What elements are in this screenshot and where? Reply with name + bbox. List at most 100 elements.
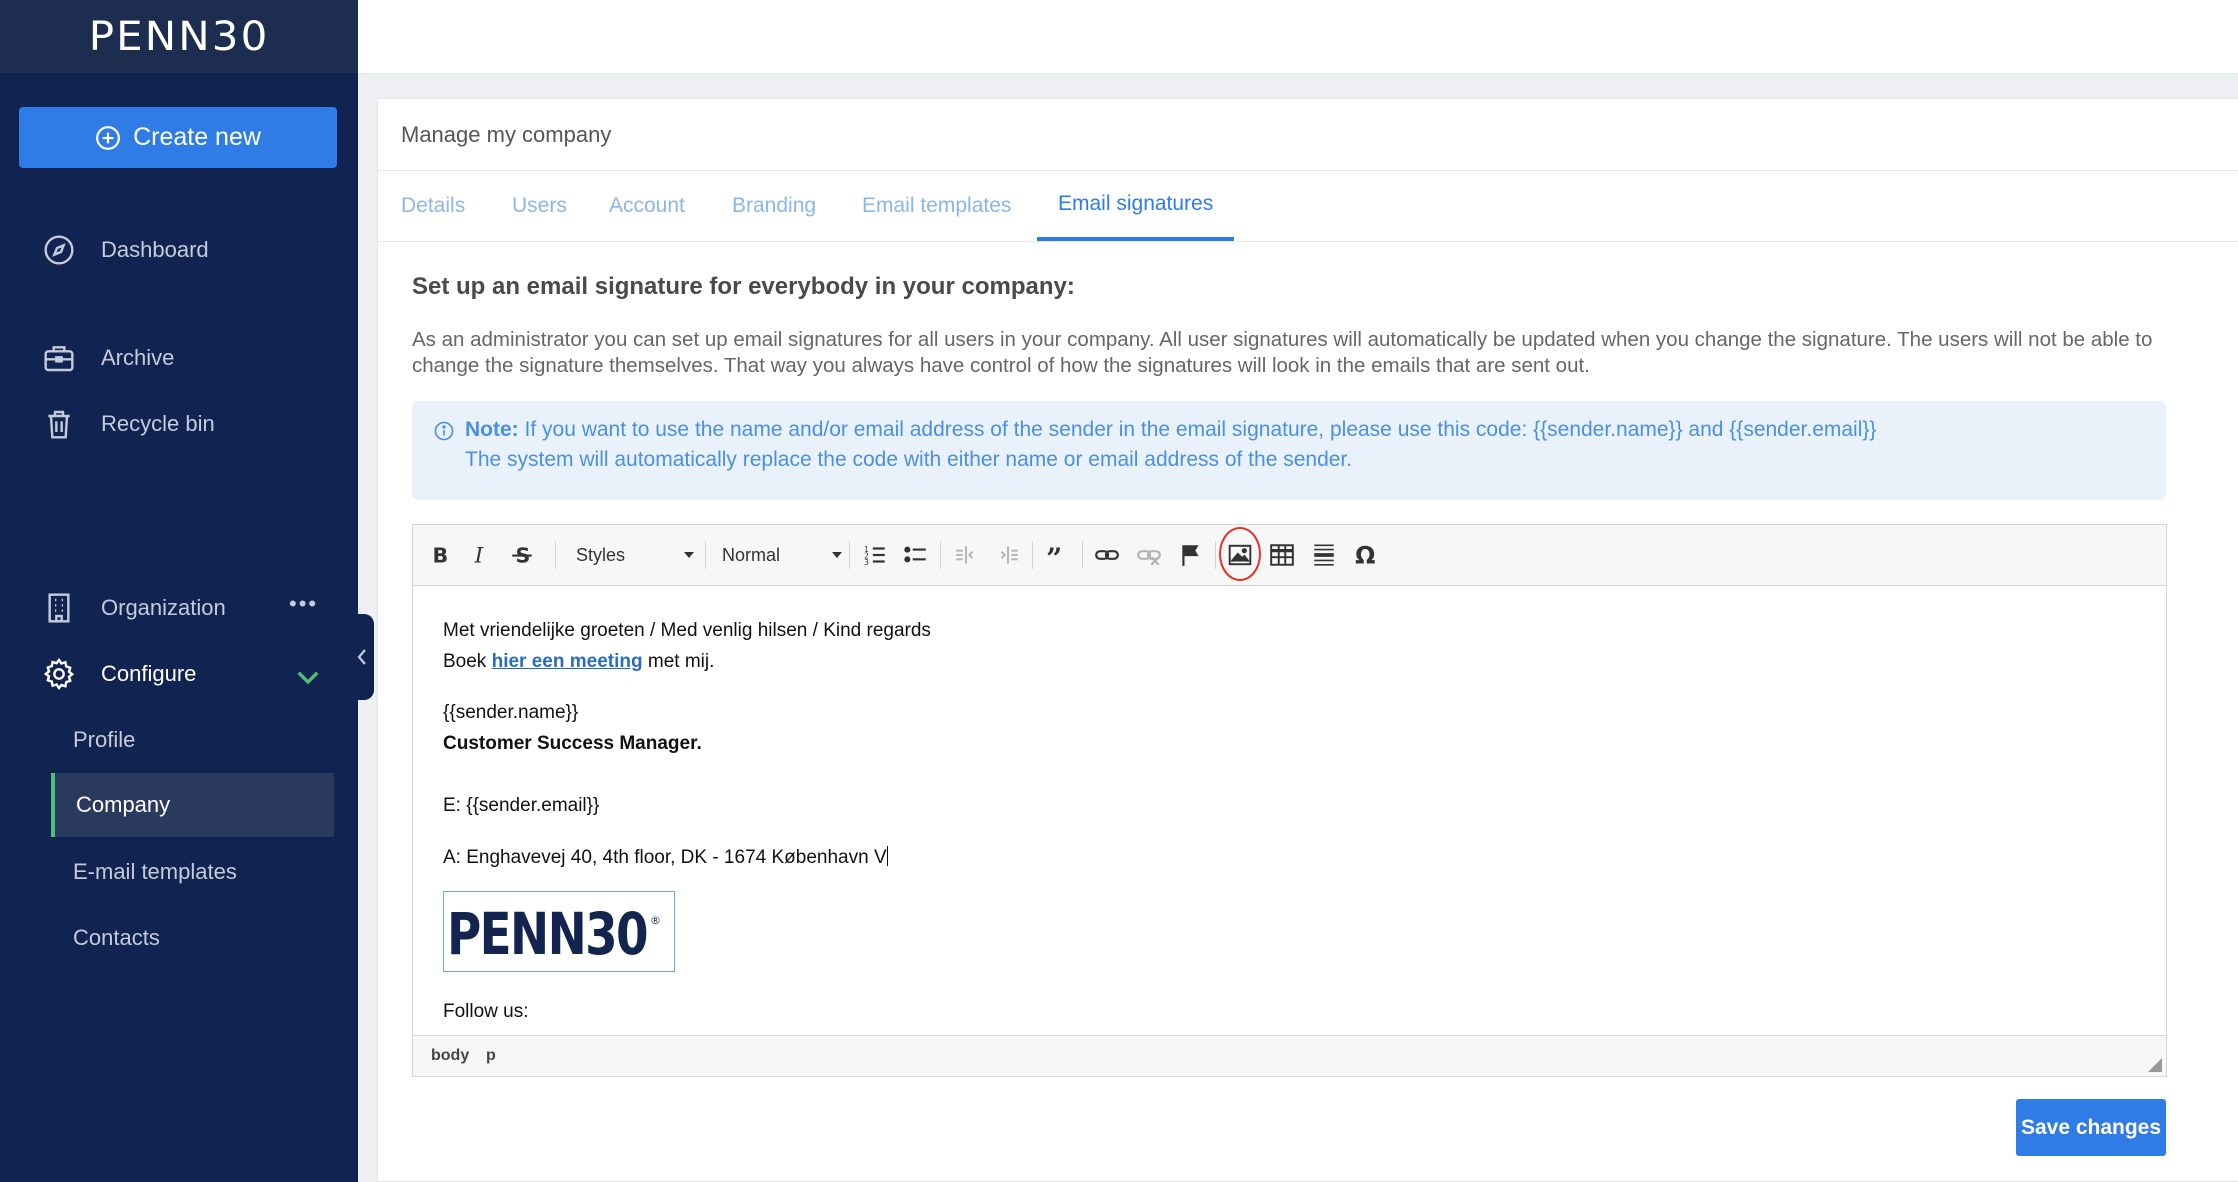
svg-text:Ω: Ω (1355, 542, 1375, 568)
gear-icon (42, 657, 76, 691)
sidebar: PENN30 Create new Dashboard Archive Recy… (0, 0, 358, 1182)
briefcase-icon (42, 341, 76, 375)
greeting-line: Met vriendelijke groeten / Med venlig hi… (443, 620, 931, 641)
bold-icon: B (433, 544, 449, 568)
chevron-left-icon (357, 649, 366, 665)
booking-suffix: met mij. (642, 651, 715, 672)
create-new-label: Create new (133, 123, 261, 151)
strikethrough-icon: S (512, 544, 532, 568)
meeting-link[interactable]: hier een meeting (492, 651, 643, 672)
penneo-logo[interactable]: PENN30 (89, 14, 270, 60)
indent-icon (1000, 546, 1018, 564)
toolbar-separator (1082, 541, 1083, 569)
sidebar-item-email-templates[interactable]: E-mail templates (51, 840, 334, 904)
italic-button[interactable]: I (464, 539, 496, 571)
sidebar-item-recycle-bin[interactable]: Recycle bin (0, 399, 358, 449)
blockquote-button[interactable]: ” (1042, 539, 1074, 571)
element-path-body[interactable]: body (431, 1047, 469, 1065)
booking-line: Boek hier een meeting met mij. (443, 651, 714, 673)
collapse-sidebar-button[interactable] (350, 614, 374, 700)
section-description: As an administrator you can set up email… (412, 328, 2153, 377)
decrease-indent-button[interactable] (950, 539, 982, 571)
signature-content-area[interactable]: Met vriendelijke groeten / Med venlig hi… (413, 586, 2166, 1037)
logo-bar: PENN30 (0, 0, 358, 73)
tab-account[interactable]: Account (609, 171, 685, 241)
insert-image-button[interactable] (1224, 539, 1256, 571)
more-options-icon[interactable]: ••• (289, 591, 318, 617)
horizontal-line-button[interactable] (1308, 539, 1340, 571)
italic-icon: I (474, 544, 484, 568)
tab-email-signatures[interactable]: Email signatures (1037, 171, 1235, 241)
role-line: Customer Success Manager. (443, 733, 702, 754)
sidebar-item-profile[interactable]: Profile (51, 708, 334, 772)
save-changes-button[interactable]: Save changes (2016, 1099, 2166, 1156)
tab-email-templates[interactable]: Email templates (862, 171, 1011, 241)
note-label: Note: (465, 418, 519, 441)
address-line: A: Enghavevej 40, 4th floor, DK - 1674 K… (443, 846, 888, 869)
svg-text:I: I (474, 544, 484, 568)
resize-handle-icon[interactable] (2148, 1058, 2162, 1072)
toolbar-separator (705, 541, 706, 569)
numbered-list-button[interactable]: 123 (859, 539, 891, 571)
caret-down-icon (832, 552, 842, 558)
create-new-button[interactable]: Create new (19, 107, 337, 168)
svg-text:®: ® (650, 914, 661, 927)
tab-users[interactable]: Users (512, 171, 567, 241)
email-line: E: {{sender.email}} (443, 795, 600, 816)
bulleted-list-button[interactable] (900, 539, 932, 571)
sidebar-item-label: Organization (101, 595, 226, 620)
toolbar-separator (1215, 541, 1216, 569)
sidebar-item-label: Dashboard (101, 237, 209, 262)
note-text: If you want to use the name and/or email… (524, 418, 1877, 441)
quote-icon: ” (1046, 542, 1062, 568)
tab-branding[interactable]: Branding (732, 171, 816, 241)
section-heading: Set up an email signature for everybody … (412, 273, 1075, 300)
unlink-button[interactable] (1133, 539, 1165, 571)
tab-details[interactable]: Details (401, 171, 465, 241)
svg-text:3: 3 (864, 558, 869, 567)
note-line-1: Note: If you want to use the name and/or… (465, 415, 1876, 445)
anchor-button[interactable] (1175, 539, 1207, 571)
sidebar-item-contacts[interactable]: Contacts (51, 906, 334, 970)
bold-button[interactable]: B (423, 539, 455, 571)
special-character-button[interactable]: Ω (1350, 539, 1382, 571)
chevron-down-icon (297, 671, 319, 685)
sidebar-item-dashboard[interactable]: Dashboard (0, 225, 358, 275)
format-dropdown-label: Normal (722, 544, 781, 565)
note-line-2: The system will automatically replace th… (465, 448, 1353, 471)
sidebar-item-company[interactable]: Company (51, 773, 334, 837)
sidebar-item-organization[interactable]: Organization ••• (0, 583, 358, 633)
insert-table-button[interactable] (1266, 539, 1298, 571)
building-icon (42, 591, 76, 625)
omega-icon: Ω (1355, 542, 1375, 568)
text-cursor (886, 846, 888, 866)
follow-us-line: Follow us: (443, 1001, 529, 1022)
plus-circle-icon (96, 125, 120, 150)
unlink-icon (1137, 550, 1161, 566)
styles-dropdown[interactable]: Styles (576, 539, 694, 571)
svg-text:PENN30: PENN30 (447, 902, 647, 962)
link-button[interactable] (1091, 539, 1123, 571)
sidebar-item-archive[interactable]: Archive (0, 333, 358, 383)
tab-bar: Details Users Account Branding Email tem… (378, 171, 2238, 242)
editor-status-bar: body p (413, 1035, 2166, 1076)
signature-editor: B I S Styles Normal 123 ” Ω Met vriendel… (412, 524, 2167, 1077)
info-icon (434, 421, 454, 441)
svg-text:B: B (433, 544, 449, 568)
sidebar-item-label: Recycle bin (101, 411, 215, 436)
signature-logo-image[interactable]: PENN30 ® (443, 891, 675, 972)
increase-indent-button[interactable] (992, 539, 1024, 571)
toolbar-separator (1032, 541, 1033, 569)
horizontal-line-icon (1314, 544, 1334, 566)
note-box: Note: If you want to use the name and/or… (412, 401, 2166, 500)
svg-text:”: ” (1046, 542, 1062, 568)
bulleted-list-icon (904, 546, 926, 563)
trash-icon (42, 407, 76, 441)
format-dropdown[interactable]: Normal (722, 539, 842, 571)
sidebar-item-configure[interactable]: Configure (0, 649, 358, 699)
element-path-p[interactable]: p (486, 1047, 496, 1065)
image-icon (1228, 544, 1252, 566)
booking-prefix: Boek (443, 651, 492, 672)
strikethrough-button[interactable]: S (506, 539, 538, 571)
toolbar-separator (940, 541, 941, 569)
